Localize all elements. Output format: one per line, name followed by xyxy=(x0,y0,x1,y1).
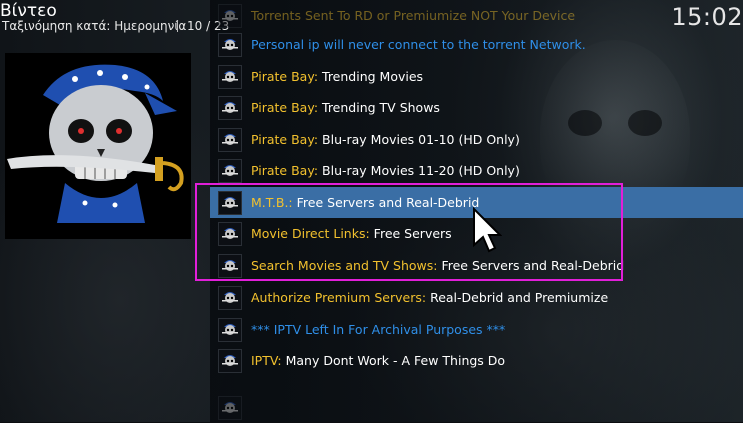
list-item[interactable]: Pirate Bay: Blu-ray Movies 11-20 (HD Onl… xyxy=(210,155,743,186)
mouse-cursor-icon xyxy=(473,207,502,253)
pirate-thumbnail-icon xyxy=(218,317,242,342)
pirate-skull-icon xyxy=(5,53,191,239)
list-item-label: Pirate Bay: xyxy=(251,163,319,178)
list-item-label: Authorize Premium Servers: xyxy=(251,290,427,305)
list-item-description: Real-Debrid and Premiumize xyxy=(426,290,609,305)
sort-label[interactable]: Ταξινόμηση κατά: Ημερομηνία xyxy=(2,19,186,33)
list-item-text: Authorize Premium Servers: Real-Debrid a… xyxy=(251,290,608,305)
pirate-thumbnail-icon xyxy=(218,253,242,278)
list-item[interactable]: Authorize Premium Servers: Real-Debrid a… xyxy=(210,282,743,313)
pirate-thumbnail-icon xyxy=(218,127,242,152)
list-item[interactable]: Search Movies and TV Shows: Free Servers… xyxy=(210,250,743,281)
list-item-label: Movie Direct Links: xyxy=(251,226,370,241)
list-item-description: Free Servers xyxy=(369,226,452,241)
list-item[interactable]: Pirate Bay: Blu-ray Movies 01-10 (HD Onl… xyxy=(210,124,743,155)
list-item[interactable]: IPTV: Many Dont Work - A Few Things Do xyxy=(210,345,743,376)
list-item-label: Pirate Bay: xyxy=(251,69,319,84)
list-item-text: Pirate Bay: Trending TV Shows xyxy=(251,100,440,115)
list-item-label: Pirate Bay: xyxy=(251,132,319,147)
pirate-thumbnail-icon xyxy=(218,64,242,89)
list-item-description: Free Servers and Real-Debrid xyxy=(437,258,625,273)
list-item[interactable]: Torrents Sent To RD or Premiumize NOT Yo… xyxy=(210,0,743,31)
pirate-thumbnail-icon xyxy=(218,95,242,120)
list-item-description: Trending Movies xyxy=(318,69,424,84)
list-item-text: Search Movies and TV Shows: Free Servers… xyxy=(251,258,624,273)
list-item-label: *** IPTV Left In For Archival Purposes *… xyxy=(251,322,506,337)
pirate-thumbnail-icon xyxy=(218,348,242,373)
list-item[interactable]: *** IPTV Left In For Archival Purposes *… xyxy=(210,314,743,345)
list-item[interactable]: Pirate Bay: Trending Movies xyxy=(210,61,743,92)
pirate-thumbnail-icon xyxy=(218,32,242,57)
list-item-description: Trending TV Shows xyxy=(318,100,440,115)
list-item-description: Blu-ray Movies 01-10 (HD Only) xyxy=(318,132,520,147)
window-title: Βίντεο xyxy=(0,1,57,21)
list-item[interactable]: Pirate Bay: Trending TV Shows xyxy=(210,92,743,123)
list-item-description: Free Servers and Real-Debrid xyxy=(292,195,480,210)
list-item-label: M.T.B.: xyxy=(251,195,293,210)
list-item[interactable]: Personal ip will never connect to the to… xyxy=(210,29,743,60)
pirate-thumbnail-icon xyxy=(218,3,242,28)
list-item-text: Pirate Bay: Blu-ray Movies 11-20 (HD Onl… xyxy=(251,163,520,178)
list-item-text: Movie Direct Links: Free Servers xyxy=(251,226,452,241)
list-item-label: Personal ip will never connect to the to… xyxy=(251,37,586,52)
pirate-thumbnail-icon xyxy=(218,395,242,420)
list-item-label: Torrents Sent To RD or Premiumize NOT Yo… xyxy=(251,8,576,23)
list-item-text: Pirate Bay: Trending Movies xyxy=(251,69,423,84)
list-item-label: Search Movies and TV Shows: xyxy=(251,258,438,273)
list-item[interactable] xyxy=(210,392,743,423)
list-item-text: Pirate Bay: Blu-ray Movies 01-10 (HD Onl… xyxy=(251,132,520,147)
pirate-thumbnail-icon xyxy=(218,221,242,246)
pirate-thumbnail-icon xyxy=(218,285,242,310)
addon-thumbnail xyxy=(5,53,191,239)
list-item-text: Personal ip will never connect to the to… xyxy=(251,37,586,52)
pirate-thumbnail-icon xyxy=(218,158,242,183)
list-item-description: Blu-ray Movies 11-20 (HD Only) xyxy=(318,163,520,178)
list-item-text: Torrents Sent To RD or Premiumize NOT Yo… xyxy=(251,8,575,23)
list-item-label: Pirate Bay: xyxy=(251,100,319,115)
list-item-label: IPTV: xyxy=(251,353,282,368)
list-item-description: Many Dont Work - A Few Things Do xyxy=(281,353,506,368)
header-divider xyxy=(177,20,178,32)
list-item-text: IPTV: Many Dont Work - A Few Things Do xyxy=(251,353,505,368)
list-item-text: M.T.B.: Free Servers and Real-Debrid xyxy=(251,195,479,210)
list-item-text: *** IPTV Left In For Archival Purposes *… xyxy=(251,322,505,337)
pirate-thumbnail-icon xyxy=(218,190,242,215)
